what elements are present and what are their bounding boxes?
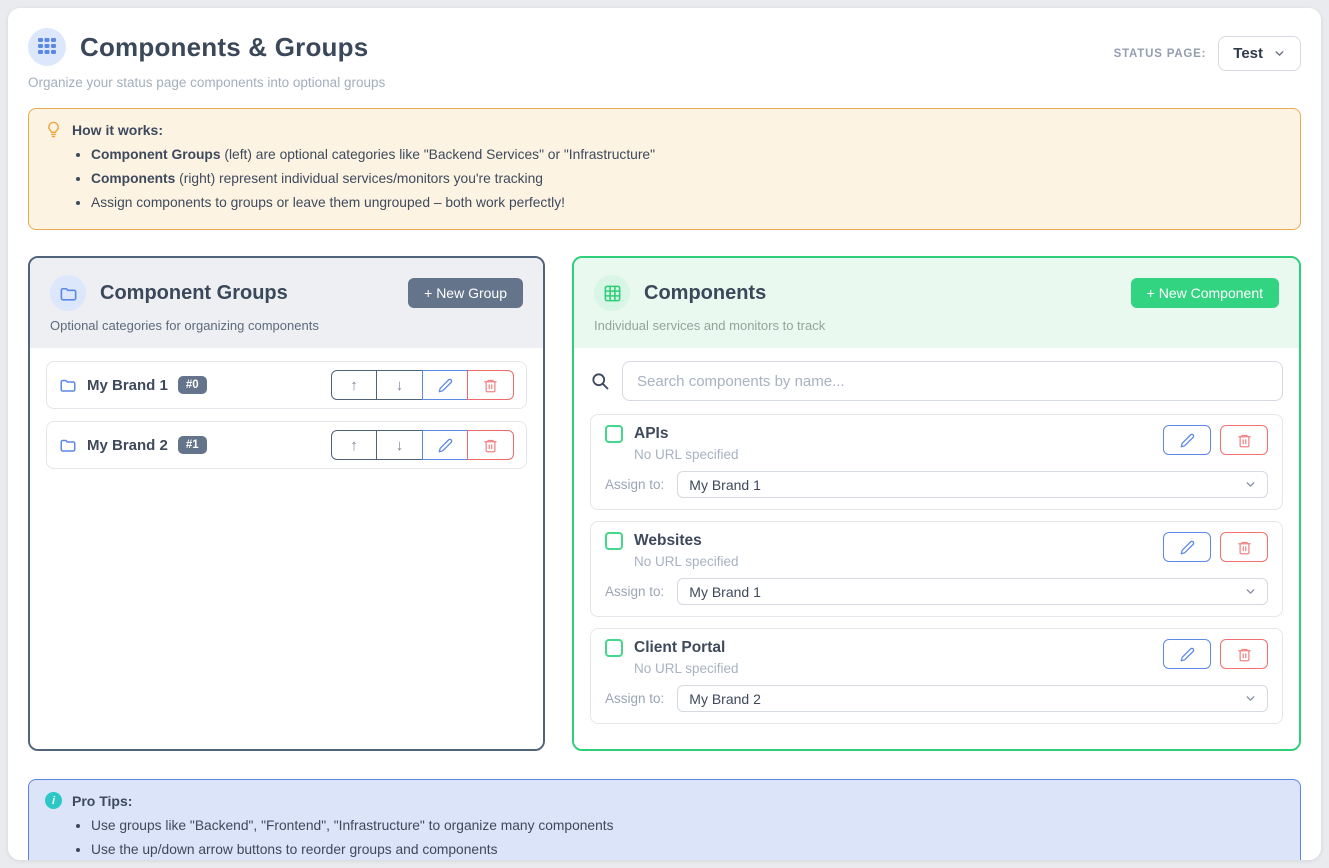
group-name: My Brand 1 (87, 377, 168, 394)
edit-group-button[interactable] (422, 370, 469, 400)
delete-component-button[interactable] (1220, 532, 1268, 562)
group-row: My Brand 2 #1 ↑ ↓ (46, 421, 527, 469)
group-order-badge: #0 (178, 376, 207, 394)
trash-icon (1237, 433, 1252, 448)
pencil-icon (1180, 433, 1195, 448)
assign-to-label: Assign to: (605, 691, 664, 706)
component-checkbox[interactable] (605, 532, 623, 550)
search-input[interactable] (622, 361, 1283, 401)
groups-panel-header: Component Groups + New Group Optional ca… (30, 258, 543, 348)
group-order-badge: #1 (178, 436, 207, 454)
component-name: APIs (634, 425, 668, 443)
table-grid-icon (603, 284, 622, 303)
assign-select-value: My Brand 2 (689, 691, 761, 707)
pro-tips-box: i Pro Tips: Use groups like "Backend", "… (28, 779, 1301, 860)
chevron-down-icon (1244, 585, 1257, 598)
delete-component-button[interactable] (1220, 425, 1268, 455)
component-card: Websites No URL specified (590, 521, 1283, 617)
search-icon (590, 371, 610, 391)
pencil-icon (1180, 647, 1195, 662)
component-checkbox[interactable] (605, 425, 623, 443)
main-card: Components & Groups Organize your status… (8, 8, 1321, 860)
group-row: My Brand 1 #0 ↑ ↓ (46, 361, 527, 409)
page-header: Components & Groups Organize your status… (28, 28, 1301, 90)
component-checkbox[interactable] (605, 639, 623, 657)
edit-group-button[interactable] (422, 430, 469, 460)
edit-component-button[interactable] (1163, 532, 1211, 562)
lightbulb-icon (45, 121, 62, 138)
pro-tips-list: Use groups like "Backend", "Frontend", "… (45, 816, 1284, 860)
move-down-button[interactable]: ↓ (376, 370, 423, 400)
page-title: Components & Groups (80, 32, 368, 63)
component-card: Client Portal No URL specified (590, 628, 1283, 724)
components-panel: Components + New Component Individual se… (572, 256, 1301, 751)
how-it-works-item: Component Groups (left) are optional cat… (91, 145, 1284, 165)
status-page-value: Test (1233, 45, 1263, 62)
assign-to-label: Assign to: (605, 584, 664, 599)
how-it-works-item: Assign components to groups or leave the… (91, 193, 1284, 213)
group-name: My Brand 2 (87, 437, 168, 454)
assign-group-select[interactable]: My Brand 2 (677, 685, 1268, 712)
pencil-icon (438, 438, 453, 453)
assign-group-select[interactable]: My Brand 1 (677, 471, 1268, 498)
trash-icon (1237, 647, 1252, 662)
grid-dots-icon (37, 37, 57, 57)
groups-panel-subtitle: Optional categories for organizing compo… (50, 318, 523, 333)
grid-icon-circle (594, 275, 630, 311)
component-groups-panel: Component Groups + New Group Optional ca… (28, 256, 545, 751)
move-up-button[interactable]: ↑ (331, 370, 378, 400)
chevron-down-icon (1273, 47, 1286, 60)
how-it-works-title: How it works: (72, 122, 163, 138)
pro-tips-title: Pro Tips: (72, 793, 132, 809)
assign-select-value: My Brand 1 (689, 584, 761, 600)
chevron-down-icon (1244, 478, 1257, 491)
move-up-button[interactable]: ↑ (331, 430, 378, 460)
new-component-button[interactable]: + New Component (1131, 278, 1279, 308)
folder-icon-circle (50, 275, 86, 311)
move-down-button[interactable]: ↓ (376, 430, 423, 460)
trash-icon (483, 438, 498, 453)
components-panel-title: Components (644, 282, 766, 305)
how-it-works-list: Component Groups (left) are optional cat… (45, 145, 1284, 213)
folder-icon (59, 284, 78, 303)
assign-to-label: Assign to: (605, 477, 664, 492)
components-groups-icon (28, 28, 66, 66)
how-it-works-item: Components (right) represent individual … (91, 169, 1284, 189)
delete-group-button[interactable] (467, 370, 514, 400)
edit-component-button[interactable] (1163, 639, 1211, 669)
pro-tip-item: Use groups like "Backend", "Frontend", "… (91, 816, 1284, 836)
folder-icon (59, 436, 77, 454)
component-url-status: No URL specified (634, 661, 739, 676)
pencil-icon (1180, 540, 1195, 555)
component-url-status: No URL specified (634, 554, 739, 569)
edit-component-button[interactable] (1163, 425, 1211, 455)
chevron-down-icon (1244, 692, 1257, 705)
assign-group-select[interactable]: My Brand 1 (677, 578, 1268, 605)
trash-icon (483, 378, 498, 393)
component-name: Client Portal (634, 639, 725, 657)
groups-panel-title: Component Groups (100, 282, 288, 305)
pencil-icon (438, 378, 453, 393)
components-list: APIs No URL specified (574, 348, 1299, 749)
component-url-status: No URL specified (634, 447, 739, 462)
trash-icon (1237, 540, 1252, 555)
how-it-works-box: How it works: Component Groups (left) ar… (28, 108, 1301, 230)
component-card: APIs No URL specified (590, 414, 1283, 510)
component-name: Websites (634, 532, 702, 550)
components-panel-header: Components + New Component Individual se… (574, 258, 1299, 348)
folder-icon (59, 376, 77, 394)
assign-select-value: My Brand 1 (689, 477, 761, 493)
status-page-select[interactable]: Test (1218, 36, 1301, 71)
groups-list: My Brand 1 #0 ↑ ↓ (30, 348, 543, 749)
new-group-button[interactable]: + New Group (408, 278, 523, 308)
page-subtitle: Organize your status page components int… (28, 75, 385, 90)
delete-component-button[interactable] (1220, 639, 1268, 669)
delete-group-button[interactable] (467, 430, 514, 460)
components-panel-subtitle: Individual services and monitors to trac… (594, 318, 1279, 333)
status-page-label: STATUS PAGE: (1114, 48, 1207, 60)
pro-tip-item: Use the up/down arrow buttons to reorder… (91, 840, 1284, 860)
info-icon: i (45, 792, 62, 809)
